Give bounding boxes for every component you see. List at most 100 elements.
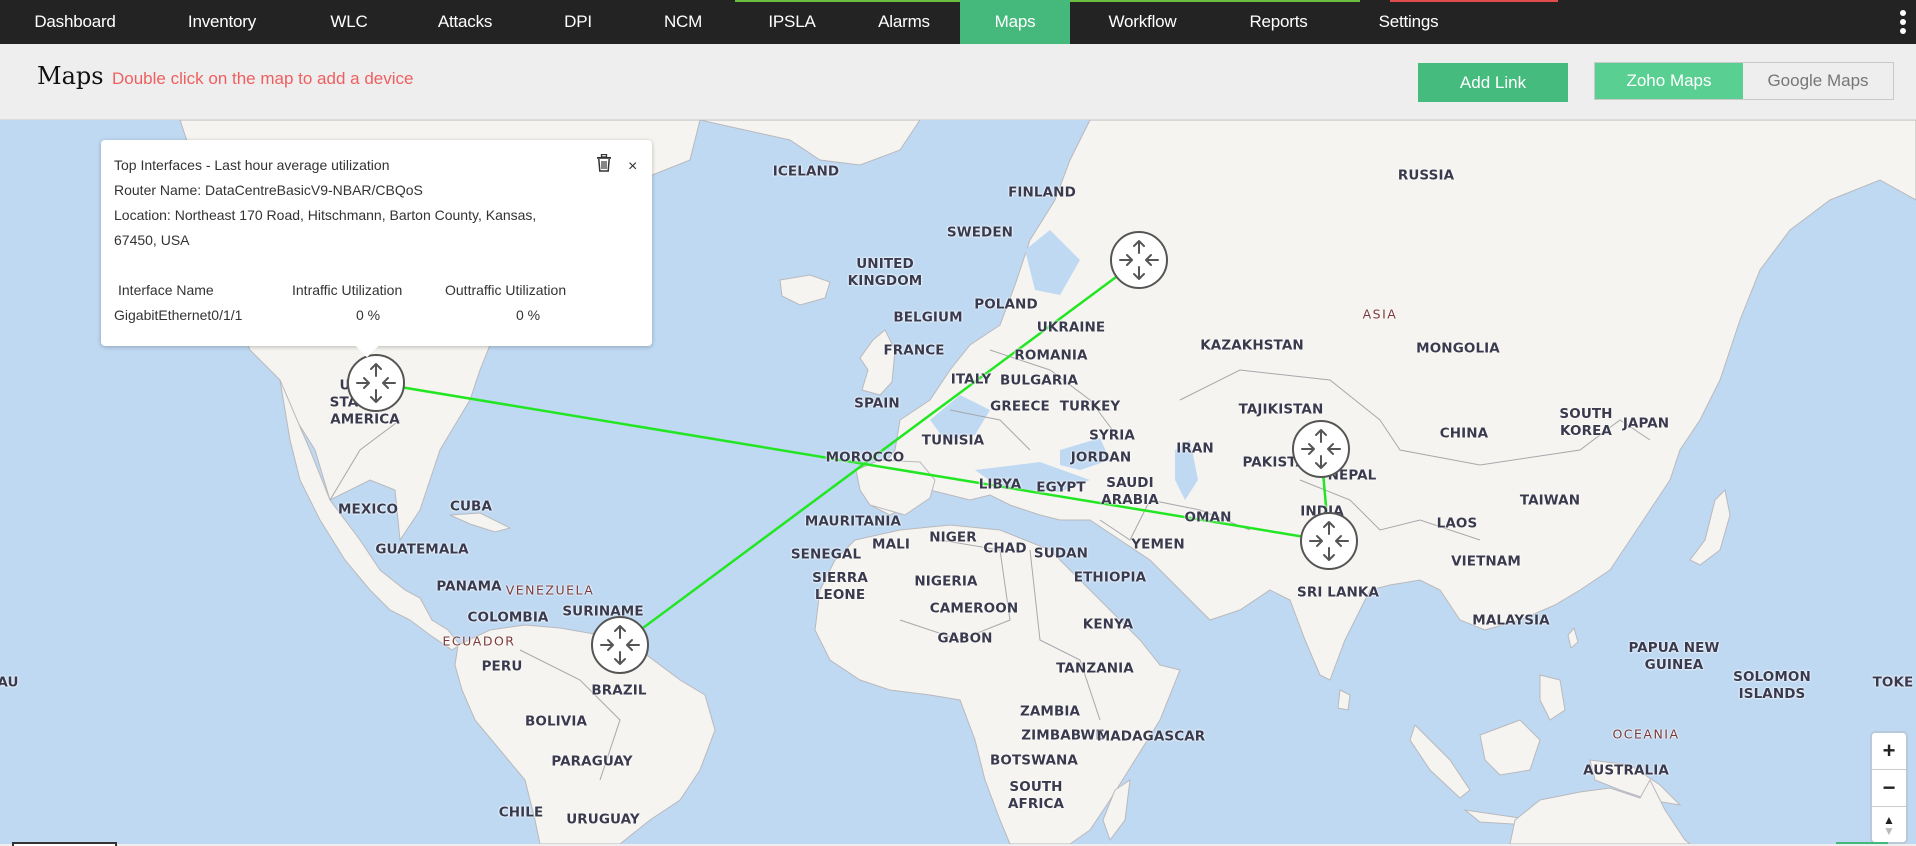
map-label-bulgaria: BULGARIA (999, 372, 1079, 389)
kebab-vertical-icon[interactable] (1898, 10, 1908, 34)
map-label-oceania: OCEANIA (1612, 726, 1680, 742)
nav-attacks[interactable]: Attacks (404, 0, 526, 44)
router-pakistan[interactable] (1292, 420, 1350, 478)
map-label-saudi-line2: ARABIA (1101, 492, 1159, 508)
google-maps-tab[interactable]: Google Maps (1743, 63, 1893, 99)
map-label-italy: ITALY (950, 371, 992, 388)
map-label-solomon-line2: ISLANDS (1738, 686, 1806, 702)
map-label-greece: GREECE (990, 398, 1050, 415)
nav-workflow[interactable]: Workflow (1070, 0, 1215, 44)
nav-inventory[interactable]: Inventory (150, 0, 294, 44)
nav-maps[interactable]: Maps (960, 0, 1070, 44)
column-outtraffic: Outtraffic Utilization (445, 282, 567, 298)
map-label-libya: LIBYA (978, 476, 1022, 493)
popup-location-cont: 67450, USA (114, 232, 190, 248)
zoho-maps-tab[interactable]: Zoho Maps (1595, 63, 1743, 99)
nav-dashboard[interactable]: Dashboard (0, 0, 150, 44)
reset-north-button[interactable]: ▲ ▼ (1872, 807, 1906, 844)
map-label-uk-line1: UNITED (856, 256, 914, 272)
nav-settings[interactable]: Settings (1342, 0, 1475, 44)
map-label-toke: TOKE (1872, 674, 1914, 691)
map-label-bolivia: BOLIVIA (524, 713, 588, 730)
map-label-usa-line3: AMERICA (330, 411, 400, 428)
router-brazil[interactable] (591, 616, 649, 674)
nav-ncm[interactable]: NCM (630, 0, 736, 44)
map-label-russia: RUSSIA (1397, 167, 1455, 184)
map-label-madagascar: MADAGASCAR (1096, 728, 1206, 745)
map-label-france: FRANCE (883, 342, 945, 359)
zoom-in-button[interactable]: + (1872, 733, 1906, 770)
map-label-png-line1: PAPUA NEW (1628, 640, 1720, 656)
map-label-nigeria: NIGERIA (914, 573, 978, 590)
map-label-taiwan: TAIWAN (1519, 492, 1581, 509)
trash-icon[interactable] (596, 154, 612, 172)
router-usa[interactable] (347, 354, 405, 412)
popup-close-button[interactable]: × (628, 158, 637, 176)
map-label-south-korea-line1: SOUTH (1559, 406, 1613, 422)
map-label-sweden: SWEDEN (946, 224, 1014, 241)
column-interface-name: Interface Name (118, 282, 214, 298)
map-label-solomon-line1: SOLOMON (1733, 669, 1811, 685)
map-label-ethiopia: ETHIOPIA (1073, 569, 1147, 586)
nav-reports[interactable]: Reports (1215, 0, 1342, 44)
map-provider-toggle: Zoho Maps Google Maps (1594, 62, 1894, 100)
map-label-uk-line2: KINGDOM (847, 273, 923, 289)
nav-wlc[interactable]: WLC (294, 0, 404, 44)
map-label-guatemala: GUATEMALA (375, 541, 469, 558)
map-label-oman: OMAN (1184, 509, 1232, 526)
map-label-gabon: GABON (937, 630, 993, 647)
map-label-png-line2: GUINEA (1644, 657, 1704, 673)
map-label-sierra-line1: SIERRA (812, 570, 868, 586)
map-label-tanzania: TANZANIA (1056, 660, 1134, 677)
map-label-south-korea-line2: KOREA (1560, 423, 1612, 439)
router-russia[interactable] (1110, 231, 1168, 289)
map-label-senegal: SENEGAL (790, 546, 862, 563)
map-label-yemen: YEMEN (1131, 536, 1185, 553)
map-label-botswana: BOTSWANA (990, 752, 1078, 769)
map-label-brazil: BRAZIL (591, 682, 647, 699)
map-label-mongolia: MONGOLIA (1416, 340, 1500, 357)
map-label-kenya: KENYA (1082, 616, 1134, 633)
map-label-uk: UNITED KINGDOM (848, 256, 923, 290)
map-label-niger: NIGER (929, 529, 977, 546)
map-label-japan: JAPAN (1622, 415, 1670, 432)
map-label-tunisia: TUNISIA (921, 432, 985, 449)
map-label-sierra-line2: LEONE (814, 587, 866, 603)
map-scale-bar (12, 842, 117, 846)
map-label-saudi-arabia: SAUDI ARABIA (1101, 475, 1159, 509)
south-arrow-icon: ▼ (1883, 823, 1895, 838)
nav-alarms[interactable]: Alarms (848, 0, 960, 44)
map-label-vietnam: VIETNAM (1451, 553, 1521, 570)
router-icon (356, 363, 396, 403)
cell-outtraffic: 0 % (516, 307, 541, 323)
add-device-hint: Double click on the map to add a device (112, 69, 414, 88)
map-label-sudan: SUDAN (1033, 545, 1089, 562)
router-icon (600, 625, 640, 665)
map-label-iran: IRAN (1176, 440, 1214, 457)
map-label-finland: FINLAND (1008, 184, 1076, 201)
map-label-australia: AUSTRALIA (1583, 762, 1669, 779)
top-navigation: Dashboard Inventory WLC Attacks DPI NCM … (0, 0, 1916, 44)
page-header: Maps Double click on the map to add a de… (0, 44, 1916, 120)
map-label-turkey: TURKEY (1059, 398, 1121, 415)
map-label-uruguay: URUGUAY (566, 811, 640, 828)
cell-interface: GigabitEthernet0/1/1 (114, 307, 243, 323)
map-label-romania: ROMANIA (1014, 347, 1088, 364)
popup-title: Top Interfaces - Last hour average utili… (114, 157, 390, 173)
map-zoom-controls: + − ▲ ▼ (1870, 731, 1908, 844)
nav-ipsla[interactable]: IPSLA (736, 0, 848, 44)
router-india[interactable] (1300, 512, 1358, 570)
router-icon (1309, 521, 1349, 561)
map-label-mauritania: MAURITANIA (804, 513, 902, 530)
nav-dpi[interactable]: DPI (526, 0, 630, 44)
map-label-south-africa-line2: AFRICA (1007, 796, 1065, 812)
map-label-sierra-leone: SIERRA LEONE (812, 570, 868, 604)
zoom-out-button[interactable]: − (1872, 770, 1906, 807)
router-icon (1119, 240, 1159, 280)
map-label-spain: SPAIN (854, 395, 900, 412)
add-link-button[interactable]: Add Link (1418, 63, 1568, 102)
map-label-mexico: MEXICO (337, 501, 399, 518)
map-label-chile: CHILE (498, 804, 544, 821)
map-label-poland: POLAND (974, 296, 1038, 313)
map-label-south-korea: SOUTH KOREA (1559, 406, 1612, 440)
